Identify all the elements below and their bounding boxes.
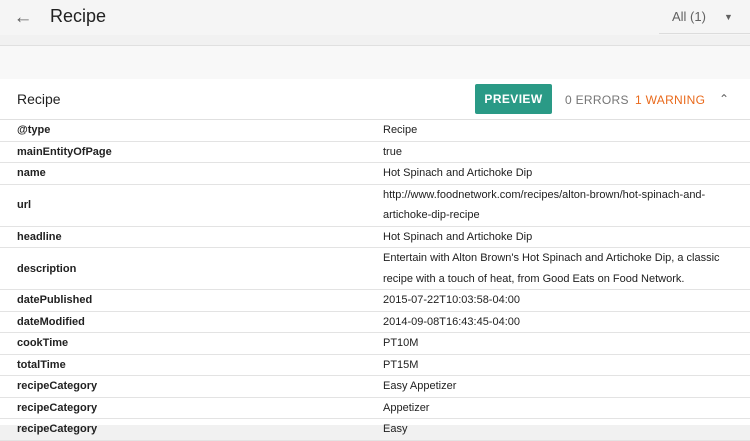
property-key: description [17,262,77,275]
property-value-line: Hot Spinach and Artichoke Dip [383,230,533,243]
preview-button[interactable]: PREVIEW [475,84,552,114]
property-value-line: http://www.foodnetwork.com/recipes/alton… [383,188,706,201]
recipe-panel: Recipe PREVIEW 0 ERRORS 1 WARNING ⌃ @typ… [0,79,750,441]
page-title: Recipe [50,6,107,26]
table-row: totalTime PT15M [0,355,750,376]
property-value-line: 2015-07-22T10:03:58-04:00 [383,294,520,306]
property-key: totalTime [17,358,66,371]
warnings-count[interactable]: 1 WARNING [635,93,705,107]
filter-dropdown[interactable]: All (1) ▼ [659,0,750,34]
property-key: datePublished [17,294,93,307]
property-value: Hot Spinach and Artichoke Dip [383,163,738,184]
collapse-chevron-icon[interactable]: ⌃ [719,92,729,106]
property-table: @type Recipe mainEntityOfPage true name Hot S… [0,120,750,441]
property-key: cookTime [17,337,69,350]
property-value-line: 2014-09-08T16:43:45-04:00 [383,315,520,328]
property-value-line: Hot Spinach and Artichoke Dip [383,167,533,179]
property-value: PT10M [383,333,738,354]
property-value-line: Recipe [383,124,418,136]
table-row: recipeCategory Easy Appetizer [0,376,750,398]
property-value: Easy [383,419,738,440]
table-row: recipeCategory Easy [0,419,750,441]
property-value-line: true [383,145,402,158]
property-value: Recipe [383,120,738,141]
table-row: recipeCategory Appetizer [0,398,750,419]
property-value-line: Entertain with Alton Brown's Hot Spinach… [383,252,720,264]
panel-title: Recipe [17,91,61,107]
property-value: Appetizer [383,398,738,419]
property-value: http://www.foodnetwork.com/recipes/alton… [383,185,738,226]
property-value: Entertain with Alton Brown's Hot Spinach… [383,248,738,289]
table-row: headline Hot Spinach and Artichoke Dip [0,227,750,248]
table-row: @type Recipe [0,120,750,142]
property-value: 2015-07-22T10:03:58-04:00 [383,290,738,311]
table-row: cookTime PT10M [0,333,750,355]
property-value-line: PT15M [383,358,419,371]
property-value-line: artichoke-dip-recipe [383,209,480,221]
table-row: name Hot Spinach and Artichoke Dip [0,163,750,185]
table-row: description Entertain with Alton Brown's … [0,248,750,290]
table-row: dateModified 2014-09-08T16:43:45-04:00 [0,312,750,333]
property-key: mainEntityOfPage [17,145,112,158]
property-key: url [17,199,32,211]
property-key: @type [17,124,51,137]
property-value: PT15M [383,355,738,376]
property-value: Easy Appetizer [383,376,738,397]
property-key: headline [17,230,62,243]
property-value-line: Easy Appetizer [383,380,457,392]
panel-header: Recipe PREVIEW 0 ERRORS 1 WARNING ⌃ [0,79,750,120]
property-value: 2014-09-08T16:43:45-04:00 [383,312,738,333]
table-row: datePublished 2015-07-22T10:03:58-04:00 [0,290,750,312]
table-row: url http://www.foodnetwork.com/recipes/al… [0,185,750,227]
errors-count: 0 ERRORS [565,93,629,107]
property-key: name [17,167,46,180]
back-arrow-icon[interactable]: ← [12,7,34,28]
table-row: mainEntityOfPage true [0,142,750,163]
divider-band [0,45,750,80]
property-key: recipeCategory [17,423,98,436]
property-value-line: Appetizer [383,401,430,414]
filter-label: All (1) [672,9,706,24]
property-value: true [383,142,738,163]
property-value-line: PT10M [383,337,419,349]
top-bar: ← Recipe [0,0,750,35]
property-value-line: recipe with a touch of heat, from Good E… [383,272,685,285]
property-key: recipeCategory [17,380,98,393]
dropdown-arrow-icon: ▼ [723,11,733,22]
property-key: dateModified [17,315,85,328]
property-key: recipeCategory [17,401,98,414]
property-value-line: Easy [383,423,408,435]
property-value: Hot Spinach and Artichoke Dip [383,227,738,248]
